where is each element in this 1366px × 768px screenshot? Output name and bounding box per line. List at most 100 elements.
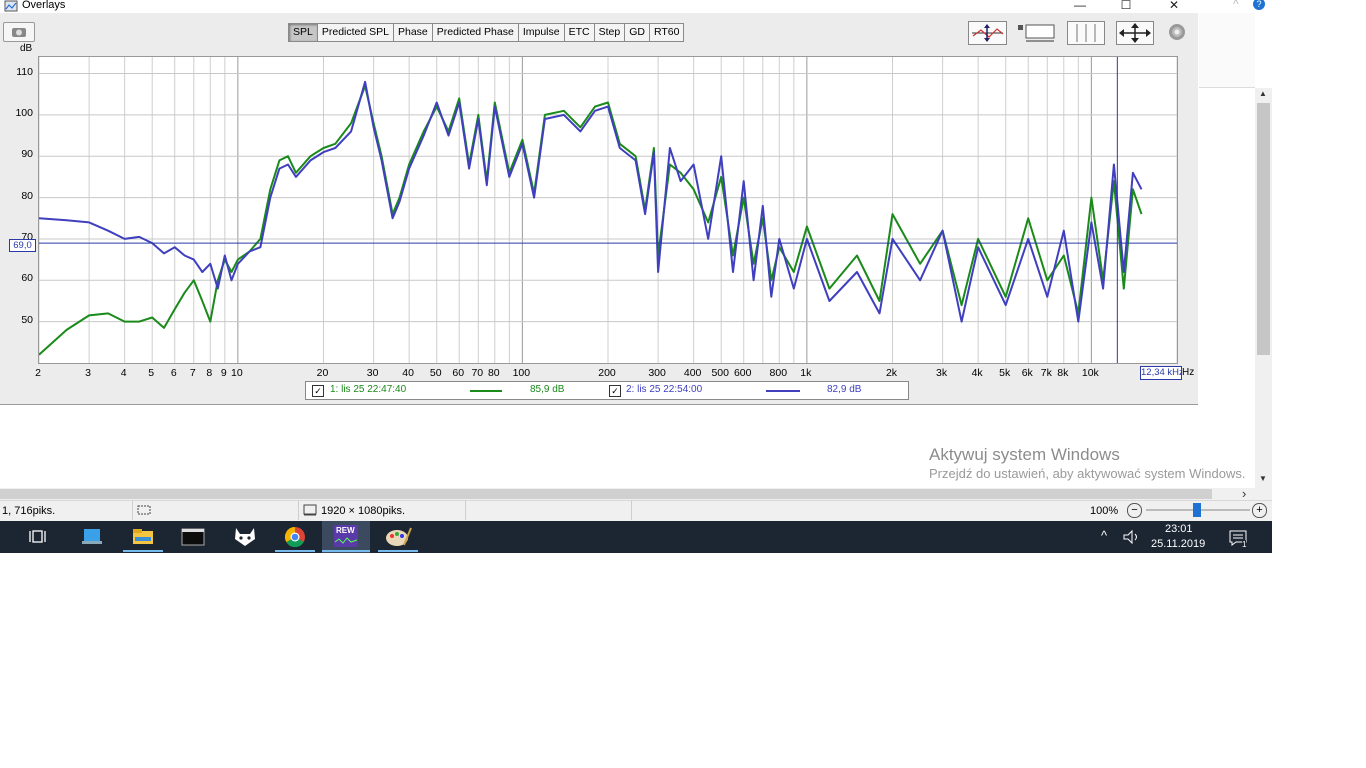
scroll-right-icon[interactable]: › — [1242, 486, 1246, 501]
rew-waveform — [334, 537, 358, 544]
side-panel — [1199, 13, 1255, 88]
grid-button[interactable] — [1067, 21, 1105, 45]
tab-rt60[interactable]: RT60 — [650, 24, 684, 41]
running-indicator — [275, 550, 315, 552]
image-dimensions: 1920 × 1080piks. — [321, 505, 406, 517]
scroll-up-icon[interactable]: ▲ — [1259, 89, 1267, 98]
x-tick-label: 2k — [885, 367, 898, 379]
x-tick-label: 600 — [733, 367, 752, 379]
x-tick-label: 6 — [170, 367, 177, 379]
file-explorer-taskbar-button[interactable] — [123, 523, 163, 551]
x-tick-label: 500 — [711, 367, 729, 379]
y-axis-scale-icon — [972, 24, 1004, 42]
settings-button[interactable] — [1166, 22, 1188, 42]
task-view-button[interactable] — [20, 523, 60, 551]
x-tick-label: 70 — [471, 367, 484, 379]
tab-gd[interactable]: GD — [625, 24, 650, 41]
clock-time[interactable]: 23:01 — [1165, 523, 1193, 535]
series-1-line — [38, 84, 1143, 356]
rew-icon: REW — [334, 525, 358, 547]
x-tick-label: 2 — [35, 367, 41, 379]
y-tick-label: 100 — [15, 106, 33, 119]
x-tick-label: 10 — [231, 367, 243, 379]
x-tick-label: 3 — [85, 367, 92, 379]
spl-chart — [38, 57, 1178, 363]
x-tick-label: 400 — [683, 367, 702, 379]
clock-date[interactable]: 25.11.2019 — [1151, 538, 1205, 550]
horizontal-scroll-thumb[interactable] — [0, 489, 1212, 499]
cat-app-taskbar-button[interactable] — [225, 523, 265, 551]
y-tick-label: 110 — [16, 65, 33, 78]
tray-overflow-chevron[interactable]: ^ — [1101, 528, 1107, 543]
legend: ✓ 1: lis 25 22:47:40 85,9 dB ✓ 2: lis 25… — [305, 381, 909, 400]
y-tick-label: 90 — [21, 148, 33, 161]
y-tick-label: 80 — [21, 189, 33, 202]
x-tick-label: 8k — [1057, 367, 1069, 379]
series-2-level: 82,9 dB — [827, 384, 862, 395]
x-axis-limits-button[interactable] — [1016, 21, 1056, 43]
computer-taskbar-button[interactable] — [72, 523, 112, 551]
cursor-x-readout: 12,34 kHz — [1140, 366, 1182, 380]
x-tick-label: 60 — [452, 367, 465, 379]
series-1-level: 85,9 dB — [530, 384, 565, 395]
chevron-up-icon[interactable]: ^ — [1233, 0, 1239, 11]
x-tick-label: 7k — [1040, 367, 1052, 379]
x-tick-label: 8 — [206, 367, 213, 379]
x-tick-label: 40 — [402, 367, 414, 379]
series-2-checkbox[interactable]: ✓ — [609, 385, 621, 397]
y-axis-scale-button[interactable] — [968, 21, 1007, 45]
tab-step[interactable]: Step — [595, 24, 626, 41]
notification-count: 1 — [1242, 540, 1247, 549]
close-button[interactable]: ✕ — [1162, 0, 1186, 12]
series-1-checkbox[interactable]: ✓ — [312, 385, 324, 397]
terminal-taskbar-button[interactable] — [173, 523, 213, 551]
x-axis-limits-icon — [1018, 24, 1055, 42]
selection-icon — [137, 505, 151, 515]
x-tick-label: 80 — [487, 367, 500, 379]
series-2-swatch — [766, 390, 800, 392]
terminal-icon — [181, 528, 205, 546]
series-2-name: 2: lis 25 22:54:00 — [626, 384, 703, 395]
tab-phase[interactable]: Phase — [394, 24, 433, 41]
x-tick-label: 50 — [429, 367, 442, 379]
x-tick-label: 300 — [648, 367, 666, 379]
tab-impulse[interactable]: Impulse — [519, 24, 565, 41]
x-tick-label: 5 — [148, 367, 155, 379]
x-tick-label: 9 — [220, 367, 227, 379]
x-tick-label: 1k — [800, 367, 812, 379]
plot-area[interactable] — [38, 56, 1178, 364]
capture-button[interactable] — [3, 22, 35, 42]
x-tick-label: 3k — [936, 367, 948, 379]
running-indicator — [378, 550, 418, 552]
activation-watermark-subtitle: Przejdź do ustawień, aby aktywować syste… — [929, 466, 1246, 481]
tab-predicted-spl[interactable]: Predicted SPL — [318, 24, 394, 41]
maximize-button[interactable]: ☐ — [1114, 0, 1138, 12]
vertical-scroll-thumb[interactable] — [1257, 103, 1270, 355]
x-tick-label: 200 — [598, 367, 616, 379]
fit-all-button[interactable] — [1116, 21, 1154, 45]
minimize-button[interactable]: — — [1068, 0, 1092, 12]
notifications-icon[interactable] — [1228, 529, 1250, 547]
y-axis-unit: dB — [20, 43, 33, 54]
zoom-level: 100% — [1090, 505, 1119, 517]
x-tick-label: 100 — [512, 367, 531, 379]
tab-predicted-phase[interactable]: Predicted Phase — [433, 24, 519, 41]
zoom-in-button[interactable]: + — [1252, 503, 1267, 518]
rew-taskbar-button[interactable]: REW — [322, 521, 370, 553]
chrome-taskbar-button[interactable] — [275, 523, 315, 551]
series-1-swatch — [470, 390, 502, 392]
paint-taskbar-button[interactable] — [378, 523, 418, 551]
tab-spl[interactable]: SPL — [289, 24, 318, 41]
x-tick-label: 20 — [316, 367, 329, 379]
zoom-out-button[interactable]: − — [1127, 503, 1142, 518]
status-bar — [0, 500, 1272, 522]
computer-icon — [82, 529, 102, 544]
zoom-slider-thumb[interactable] — [1193, 503, 1201, 517]
camera-icon — [12, 28, 26, 37]
scroll-down-icon[interactable]: ▼ — [1259, 474, 1267, 483]
window-title: Overlays — [22, 0, 66, 11]
status-separator — [465, 500, 466, 520]
volume-icon[interactable] — [1122, 529, 1142, 545]
cursor-position: 1, 716piks. — [2, 505, 56, 517]
tab-etc[interactable]: ETC — [565, 24, 595, 41]
